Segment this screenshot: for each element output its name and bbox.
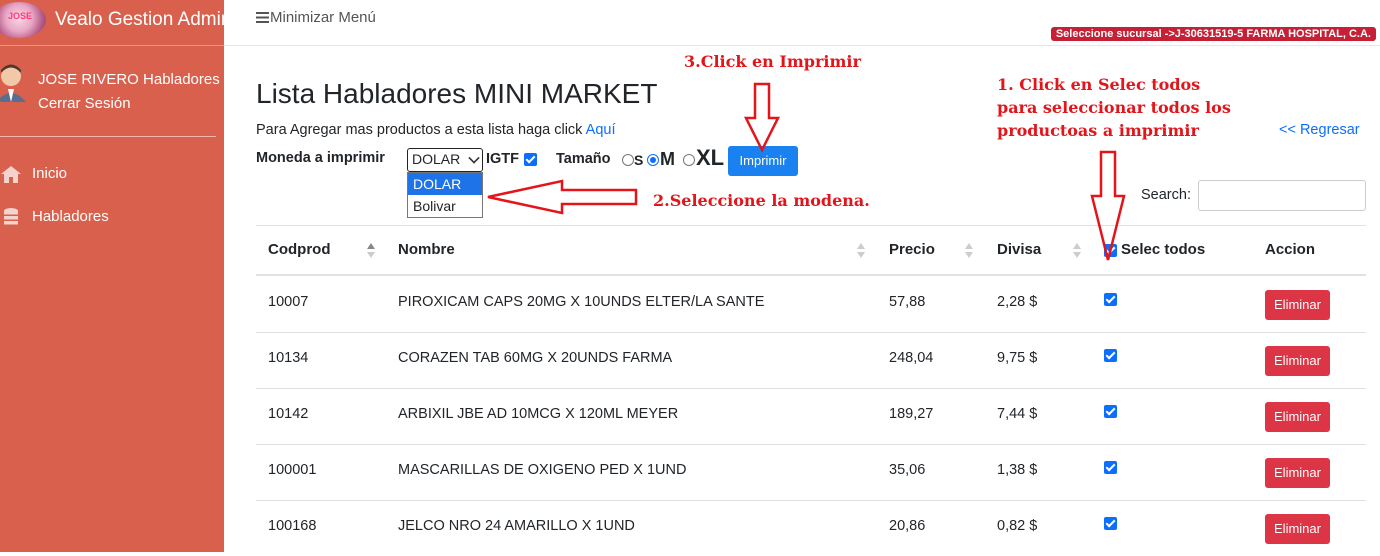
cell-codprod: 10007 <box>268 294 309 310</box>
arrow-to-currency-dropdown <box>487 179 638 215</box>
search-label: Search: <box>1141 187 1191 203</box>
cell-codprod: 10142 <box>268 406 309 422</box>
annotation-step2: 2.Seleccione la modena. <box>653 191 870 210</box>
currency-label: Moneda a imprimir <box>256 150 385 166</box>
brand-logo: JOSE <box>0 2 46 38</box>
minimize-menu-toggle[interactable]: Minimizar Menú <box>256 9 376 26</box>
currency-option-bolivar[interactable]: Bolivar <box>408 195 482 217</box>
avatar <box>0 64 26 102</box>
table-row: 10142 ARBIXIL JBE AD 10MCG X 120ML MEYER… <box>256 388 1366 445</box>
column-header-precio[interactable]: Precio <box>889 241 935 258</box>
cell-divisa: 9,75 $ <box>997 350 1038 366</box>
delete-button[interactable]: Eliminar <box>1265 514 1330 544</box>
size-radio-s[interactable] <box>622 154 634 166</box>
column-header-accion: Accion <box>1265 241 1316 258</box>
cell-divisa: 0,82 $ <box>997 518 1038 534</box>
table-row: 10007 PIROXICAM CAPS 20MG X 10UNDS ELTER… <box>256 276 1366 333</box>
delete-button[interactable]: Eliminar <box>1265 290 1330 320</box>
currency-selected-value: DOLAR <box>412 151 461 167</box>
currency-select[interactable]: DOLAR <box>407 148 483 172</box>
cell-codprod: 100001 <box>268 462 317 478</box>
size-label-m: M <box>660 149 675 169</box>
topbar: Minimizar Menú Seleccione sucursal ->J-3… <box>224 0 1380 46</box>
minimize-menu-label: Minimizar Menú <box>270 9 376 26</box>
delete-button[interactable]: Eliminar <box>1265 346 1330 376</box>
sidebar-item-inicio[interactable]: Inicio <box>0 160 224 190</box>
table-row: 10134 CORAZEN TAB 60MG X 20UNDS FARMA 24… <box>256 332 1366 389</box>
size-label-s: S <box>634 152 644 168</box>
select-all-checkbox[interactable] <box>1104 244 1117 257</box>
user-panel: JOSE RIVERO Habladores Cerrar Sesión <box>0 60 224 140</box>
branch-selector-badge[interactable]: Seleccione sucursal ->J-30631519-5 FARMA… <box>1050 27 1376 41</box>
chevron-down-icon <box>468 152 480 164</box>
cell-nombre: ARBIXIL JBE AD 10MCG X 120ML MEYER <box>398 406 679 422</box>
cell-precio: 248,04 <box>889 350 934 366</box>
cell-codprod: 100168 <box>268 518 317 534</box>
row-select-checkbox[interactable] <box>1104 405 1117 418</box>
brand-title: Vealo Gestion Admin <box>55 9 232 30</box>
cell-nombre: JELCO NRO 24 AMARILLO X 1UND <box>398 518 635 534</box>
row-select-checkbox[interactable] <box>1104 293 1117 306</box>
page-title: Lista Habladores MINI MARKET <box>256 78 658 109</box>
annotation-step3: 3.Click en Imprimir <box>684 52 861 71</box>
cell-nombre: MASCARILLAS DE OXIGENO PED X 1UND <box>398 462 687 478</box>
cell-nombre: CORAZEN TAB 60MG X 20UNDS FARMA <box>398 350 673 366</box>
database-icon <box>4 208 18 225</box>
cell-precio: 57,88 <box>889 294 926 310</box>
cell-precio: 189,27 <box>889 406 934 422</box>
table-top-border <box>256 225 1366 226</box>
column-header-nombre[interactable]: Nombre <box>398 241 455 258</box>
sidebar-item-label: Habladores <box>32 208 109 225</box>
igtf-checkbox[interactable] <box>524 153 537 166</box>
sort-icon[interactable] <box>1073 243 1081 261</box>
add-products-text: Para Agregar mas productos a esta lista … <box>256 122 616 138</box>
currency-dropdown: DOLAR Bolivar <box>407 172 483 218</box>
row-select-checkbox[interactable] <box>1104 349 1117 362</box>
add-products-label: Para Agregar mas productos a esta lista … <box>256 122 583 138</box>
brand-logo-text: JOSE <box>8 11 33 21</box>
add-products-link[interactable]: Aquí <box>586 122 616 138</box>
sidebar-item-label: Inicio <box>32 165 68 182</box>
annotation-step1-line3: productoas a imprimir <box>997 121 1199 140</box>
column-header-divisa[interactable]: Divisa <box>997 241 1041 258</box>
cell-divisa: 1,38 $ <box>997 462 1038 478</box>
print-button[interactable]: Imprimir <box>728 146 798 176</box>
sort-asc-icon[interactable] <box>367 243 375 261</box>
igtf-label: IGTF <box>486 151 520 167</box>
column-header-codprod[interactable]: Codprod <box>268 241 330 258</box>
cell-divisa: 7,44 $ <box>997 406 1038 422</box>
sidebar: JOSE Vealo Gestion Admin JOSE RIVERO Hab… <box>0 0 231 552</box>
delete-button[interactable]: Eliminar <box>1265 402 1330 432</box>
cell-codprod: 10134 <box>268 350 309 366</box>
size-label: Tamaño <box>556 151 611 167</box>
cell-divisa: 2,28 $ <box>997 294 1038 310</box>
size-radio-m[interactable] <box>647 154 659 166</box>
table-row: 100168 JELCO NRO 24 AMARILLO X 1UND 20,8… <box>256 500 1366 556</box>
sort-icon[interactable] <box>965 243 973 261</box>
sidebar-item-habladores[interactable]: Habladores <box>0 203 224 233</box>
menu-icon <box>256 12 269 23</box>
currency-option-dolar[interactable]: DOLAR <box>408 173 482 195</box>
user-name[interactable]: JOSE RIVERO Habladores <box>38 71 220 88</box>
search-input[interactable] <box>1198 180 1366 211</box>
size-radio-xl[interactable] <box>683 154 695 166</box>
arrow-to-print-button <box>743 82 781 153</box>
row-select-checkbox[interactable] <box>1104 517 1117 530</box>
sort-icon[interactable] <box>857 243 865 261</box>
cell-precio: 20,86 <box>889 518 926 534</box>
brand[interactable]: JOSE Vealo Gestion Admin <box>0 0 231 46</box>
home-icon <box>1 166 21 183</box>
cell-nombre: PIROXICAM CAPS 20MG X 10UNDS ELTER/LA SA… <box>398 294 765 310</box>
table-row: 100001 MASCARILLAS DE OXIGENO PED X 1UND… <box>256 444 1366 501</box>
annotation-step1-line1: 1. Click en Selec todos <box>997 75 1201 94</box>
sidebar-divider <box>0 136 216 137</box>
size-label-xl: XL <box>696 145 725 170</box>
logout-link[interactable]: Cerrar Sesión <box>38 95 131 112</box>
delete-button[interactable]: Eliminar <box>1265 458 1330 488</box>
column-header-selec-todos: Selec todos <box>1121 241 1206 258</box>
annotation-step1-line2: para seleccionar todos los <box>997 98 1231 117</box>
cell-precio: 35,06 <box>889 462 926 478</box>
row-select-checkbox[interactable] <box>1104 461 1117 474</box>
back-link[interactable]: << Regresar <box>1279 122 1360 138</box>
